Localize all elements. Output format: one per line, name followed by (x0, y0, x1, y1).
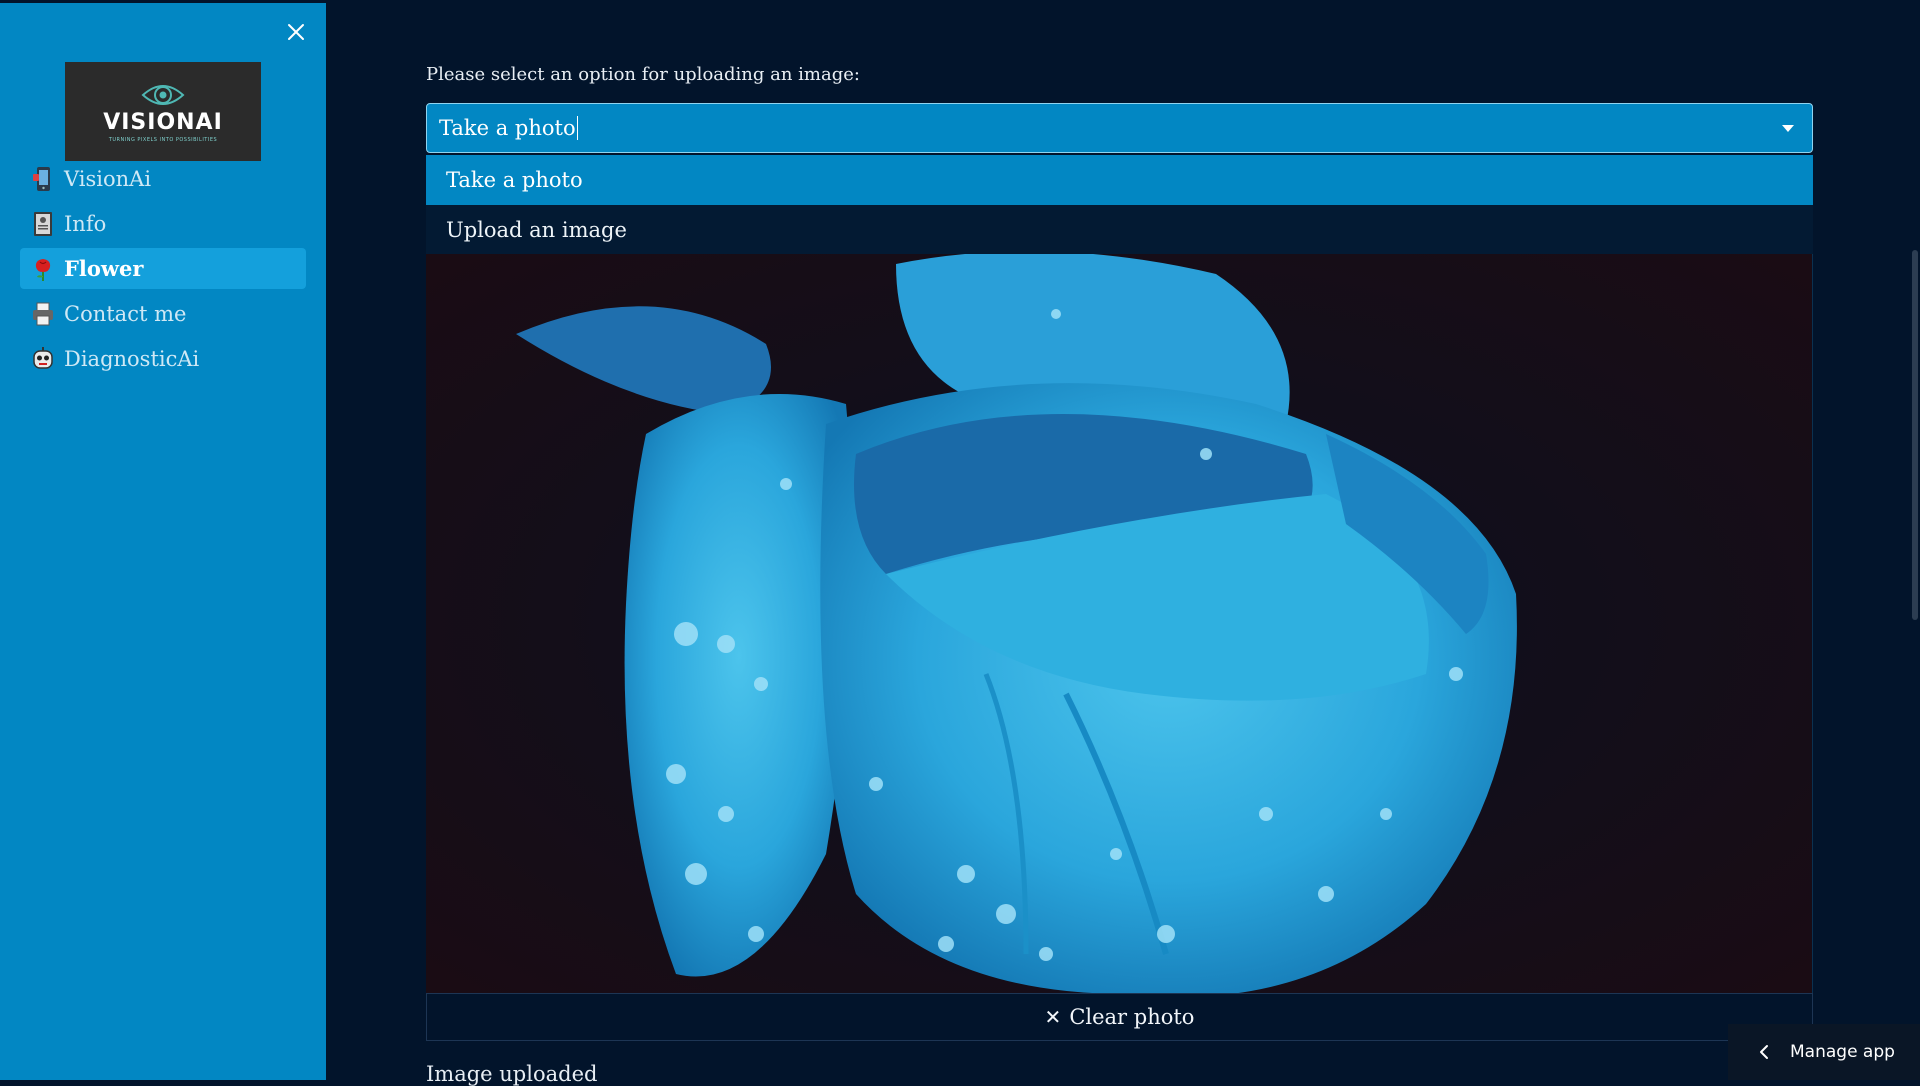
rose-icon (32, 256, 54, 282)
chevron-left-icon (1760, 1045, 1768, 1059)
close-icon (288, 24, 304, 40)
upload-option-dropdown: Take a photo Upload an image (426, 155, 1813, 255)
sidebar-item-contact[interactable]: Contact me (20, 293, 306, 334)
select-value: Take a photo (439, 116, 576, 140)
sidebar-top-border (0, 0, 326, 3)
close-icon: ✕ (1044, 1005, 1062, 1029)
text-cursor (576, 116, 578, 140)
sidebar-item-info[interactable]: Info (20, 203, 306, 244)
sidebar-item-visionai[interactable]: VisionAi (20, 158, 306, 199)
sidebar-item-label: Info (64, 211, 107, 236)
clear-photo-label: Clear photo (1069, 1005, 1195, 1029)
sidebar-item-label: DiagnosticAi (64, 346, 200, 371)
upload-option-select[interactable]: Take a photo (426, 103, 1813, 153)
app-logo: VISIONAI TURNING PIXELS INTO POSSIBILITI… (65, 62, 261, 161)
printer-icon (32, 301, 54, 327)
option-upload-image[interactable]: Upload an image (426, 205, 1813, 255)
robot-face-icon (32, 346, 54, 372)
manage-app-label: Manage app (1790, 1042, 1895, 1062)
sidebar: VISIONAI TURNING PIXELS INTO POSSIBILITI… (0, 0, 326, 1080)
chevron-down-icon[interactable] (1782, 125, 1794, 132)
upload-status-text: Image uploaded (426, 1062, 598, 1086)
option-take-photo[interactable]: Take a photo (426, 155, 1813, 205)
manage-app-button[interactable]: Manage app (1728, 1024, 1920, 1080)
logo-tagline: TURNING PIXELS INTO POSSIBILITIES (108, 136, 218, 143)
eye-logo-icon (141, 84, 185, 105)
sidebar-nav: VisionAi Info Flower Contact me Diagnost… (20, 158, 306, 383)
upload-option-label: Please select an option for uploading an… (426, 64, 860, 85)
scrollbar[interactable] (1912, 250, 1918, 620)
blue-rose-photo (426, 254, 1812, 994)
close-sidebar-button[interactable] (284, 20, 308, 44)
main-content: Please select an option for uploading an… (326, 0, 1920, 1086)
logo-wordmark: VISIONAI (103, 109, 223, 135)
sidebar-item-label: VisionAi (64, 166, 152, 191)
document-icon (32, 211, 54, 237)
phone-robot-icon (32, 166, 54, 192)
sidebar-item-label: Contact me (64, 301, 187, 326)
clear-photo-button[interactable]: ✕ Clear photo (426, 993, 1813, 1041)
sidebar-item-label: Flower (64, 256, 144, 281)
captured-photo (426, 254, 1813, 994)
sidebar-item-diagnosticai[interactable]: DiagnosticAi (20, 338, 306, 379)
sidebar-item-flower[interactable]: Flower (20, 248, 306, 289)
